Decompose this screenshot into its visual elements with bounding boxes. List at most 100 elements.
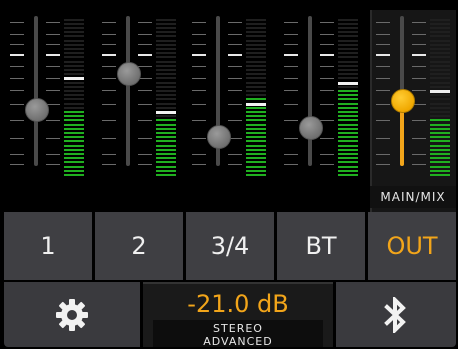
meter-segment	[338, 157, 358, 160]
fader-track[interactable]	[34, 16, 38, 166]
scale-tick	[46, 164, 60, 165]
tab-3-4[interactable]: 3/4	[186, 212, 274, 280]
scale-tick	[376, 34, 390, 35]
scale-tick	[284, 138, 298, 139]
mixer-area: MAIN/MIX	[4, 4, 456, 212]
tab-2[interactable]: 2	[95, 212, 183, 280]
meter-segment	[338, 94, 358, 97]
meter-segment	[156, 35, 176, 38]
meter-segment	[338, 153, 358, 155]
meter-segment	[156, 153, 176, 155]
meter-segment	[64, 94, 84, 97]
bluetooth-button[interactable]	[336, 282, 456, 347]
tab-1[interactable]: 1	[4, 212, 92, 280]
scale-tick	[320, 138, 334, 139]
output-level-display[interactable]: -21.0 dB STEREO ADVANCED	[143, 282, 333, 347]
scale-tick	[138, 164, 152, 165]
scale-tick	[46, 138, 60, 139]
scale-tick	[284, 78, 298, 79]
meter-segment	[338, 98, 358, 101]
scale-tick	[320, 54, 334, 56]
meter-segment	[246, 39, 266, 42]
scale-tick	[46, 22, 60, 23]
scale-tick	[228, 54, 242, 56]
meter-segment	[64, 140, 84, 143]
scale-tick	[284, 22, 298, 23]
meter-segment	[430, 111, 450, 113]
scale-tick	[412, 66, 426, 67]
meter-segment	[246, 111, 266, 113]
meter-segment	[430, 174, 450, 176]
scale-tick	[10, 164, 24, 165]
meter-segment	[64, 132, 84, 134]
meter-segment	[64, 123, 84, 126]
scale-tick	[138, 22, 152, 23]
scale-tick	[284, 44, 298, 45]
meter-segment	[338, 52, 358, 55]
tab-bt[interactable]: BT	[277, 212, 365, 280]
level-meter	[64, 16, 84, 176]
main-mix-strip	[376, 4, 454, 179]
meter-segment	[64, 157, 84, 160]
meter-segment	[156, 90, 176, 92]
meter-segment	[246, 136, 266, 139]
meter-segment	[64, 106, 84, 109]
fader-track[interactable]	[308, 16, 312, 166]
meter-segment	[338, 161, 358, 164]
meter-segment	[430, 106, 450, 109]
meter-segment	[338, 31, 358, 34]
meter-segment	[156, 98, 176, 101]
meter-segment	[156, 165, 176, 168]
meter-segment	[430, 52, 450, 55]
meter-segment	[156, 144, 176, 147]
scale-tick	[10, 44, 24, 45]
meter-segment	[246, 27, 266, 29]
meter-segment	[246, 98, 266, 101]
fader-knob[interactable]	[207, 125, 231, 149]
meter-segment	[430, 43, 450, 46]
meter-segment	[338, 18, 358, 21]
meter-segment	[156, 123, 176, 126]
channel-strip-3-4	[190, 4, 268, 179]
peak-marker	[338, 81, 358, 85]
scale-tick	[46, 78, 60, 79]
scale-tick	[138, 120, 152, 121]
scale-tick	[228, 44, 242, 45]
meter-segment	[430, 18, 450, 21]
meter-segment	[338, 169, 358, 172]
gear-icon	[56, 298, 88, 331]
scale-tick	[192, 164, 206, 165]
meter-segment	[430, 140, 450, 143]
meter-segment	[156, 52, 176, 55]
meter-segment	[156, 161, 176, 164]
meter-segment	[64, 48, 84, 50]
meter-segment	[430, 102, 450, 105]
meter-segment	[64, 98, 84, 101]
meter-segment	[430, 115, 450, 118]
scale-tick	[138, 138, 152, 139]
meter-segment	[156, 85, 176, 88]
fader-knob[interactable]	[299, 116, 323, 140]
fader-knob[interactable]	[117, 62, 141, 86]
fader-track[interactable]	[126, 16, 130, 166]
tab-out[interactable]: OUT	[368, 212, 456, 280]
meter-segment	[338, 140, 358, 143]
scale-tick	[412, 22, 426, 23]
scale-tick	[102, 66, 116, 67]
peak-marker	[64, 77, 84, 81]
scale-tick	[412, 54, 426, 56]
meter-segment	[338, 174, 358, 176]
fader-knob[interactable]	[391, 89, 415, 113]
scale-tick	[10, 104, 24, 105]
output-mode-line2: ADVANCED	[203, 335, 273, 347]
scale-tick	[376, 66, 390, 67]
fader-knob[interactable]	[25, 98, 49, 122]
meter-segment	[64, 64, 84, 67]
settings-button[interactable]	[4, 282, 140, 347]
meter-segment	[246, 165, 266, 168]
meter-segment	[64, 60, 84, 63]
meter-segment	[430, 94, 450, 97]
meter-segment	[64, 18, 84, 21]
scale-tick	[10, 66, 24, 67]
meter-segment	[430, 73, 450, 76]
